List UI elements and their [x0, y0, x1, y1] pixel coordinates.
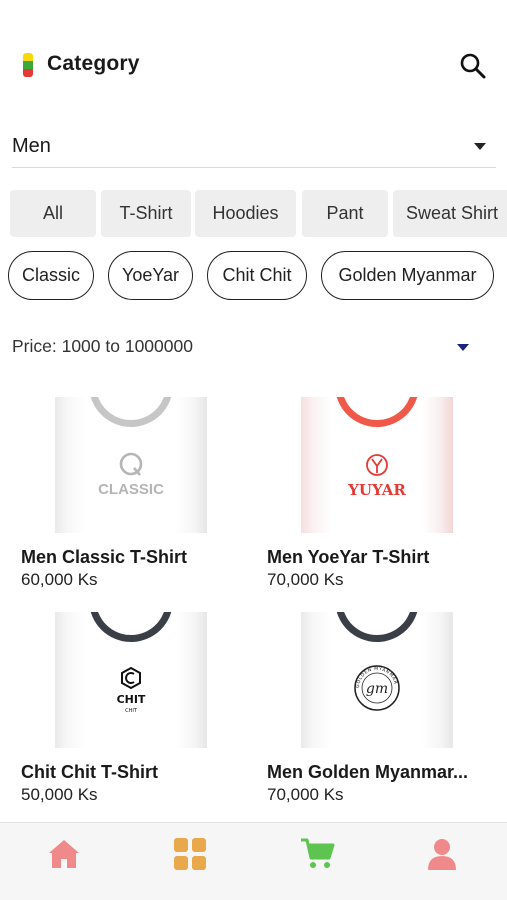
- chevron-down-icon: [474, 143, 486, 150]
- svg-text:YUYAR: YUYAR: [347, 481, 406, 499]
- tshirt-collar: [335, 612, 419, 642]
- home-icon: [49, 840, 79, 868]
- nav-profile[interactable]: [424, 836, 460, 872]
- chip-chit-chit[interactable]: Chit Chit: [207, 251, 307, 300]
- product-price: 70,000 Ks: [267, 785, 344, 804]
- brand-chips: Classic YoeYar Chit Chit Golden Myanmar: [8, 251, 507, 301]
- page-title: Category: [47, 52, 140, 75]
- cart-icon: [301, 838, 335, 868]
- grid-icon: [174, 838, 206, 870]
- product-name: Men Classic T-Shirt: [21, 547, 188, 567]
- gender-dropdown[interactable]: Men: [12, 128, 496, 168]
- tab-t-shirt[interactable]: T-Shirt: [101, 190, 191, 237]
- product-name: Men Golden Myanmar...: [267, 762, 469, 782]
- search-icon: [460, 53, 486, 79]
- chip-yoeyar[interactable]: YoeYar: [108, 251, 193, 300]
- product-image: CHIT CHIT: [55, 612, 207, 748]
- product-price: 50,000 Ks: [21, 785, 98, 804]
- myanmar-flag-icon: [23, 53, 33, 77]
- product-name: Chit Chit T-Shirt: [21, 762, 158, 782]
- product-name: Men YoeYar T-Shirt: [267, 547, 430, 567]
- tab-hoodies[interactable]: Hoodies: [195, 190, 296, 237]
- chip-classic[interactable]: Classic: [8, 251, 94, 300]
- tab-sweat-shirt[interactable]: Sweat Shirt: [393, 190, 507, 237]
- tab-pant[interactable]: Pant: [302, 190, 388, 237]
- svg-text:gm: gm: [366, 681, 388, 697]
- product-card[interactable]: YUYAR Men YoeYar T-Shirt 70,000 Ks: [267, 397, 497, 597]
- product-image: CLASSIC: [55, 397, 207, 533]
- search-button[interactable]: [458, 51, 488, 81]
- tshirt-collar: [89, 612, 173, 642]
- product-card[interactable]: CLASSIC Men Classic T-Shirt 60,000 Ks: [21, 397, 251, 597]
- nav-home[interactable]: [46, 836, 82, 872]
- product-price: 60,000 Ks: [21, 570, 98, 589]
- tab-all[interactable]: All: [10, 190, 96, 237]
- category-screen: Category Men All T-Shirt Hoodies Pant Sw…: [0, 0, 507, 900]
- price-filter-label: Price: 1000 to 1000000: [12, 336, 193, 356]
- product-card[interactable]: GOLDEN MYANMAR gm Men Golden Myanmar... …: [267, 612, 497, 812]
- chip-golden-myanmar[interactable]: Golden Myanmar: [321, 251, 494, 300]
- product-card[interactable]: CHIT CHIT Chit Chit T-Shirt 50,000 Ks: [21, 612, 251, 812]
- tshirt-collar: [335, 397, 419, 427]
- gender-dropdown-value: Men: [12, 135, 51, 157]
- svg-text:CLASSIC: CLASSIC: [98, 481, 164, 498]
- nav-categories[interactable]: [172, 836, 208, 872]
- classic-logo: CLASSIC: [98, 452, 164, 498]
- svg-text:CHIT: CHIT: [117, 693, 146, 706]
- bottom-nav: [0, 822, 507, 900]
- svg-text:CHIT: CHIT: [125, 708, 138, 714]
- yoeyar-logo: YUYAR: [347, 454, 406, 499]
- chit-chit-logo: CHIT CHIT: [117, 666, 146, 714]
- header: Category: [0, 50, 507, 84]
- product-image: GOLDEN MYANMAR gm: [301, 612, 453, 748]
- nav-cart[interactable]: [299, 836, 335, 872]
- profile-icon: [428, 839, 456, 870]
- tshirt-collar: [89, 397, 173, 427]
- price-filter[interactable]: Price: 1000 to 1000000: [12, 336, 482, 360]
- product-image: YUYAR: [301, 397, 453, 533]
- category-tabs: All T-Shirt Hoodies Pant Sweat Shirt: [10, 190, 507, 237]
- golden-myanmar-logo: GOLDEN MYANMAR gm: [354, 665, 400, 711]
- product-price: 70,000 Ks: [267, 570, 344, 589]
- chevron-down-icon: [457, 344, 469, 351]
